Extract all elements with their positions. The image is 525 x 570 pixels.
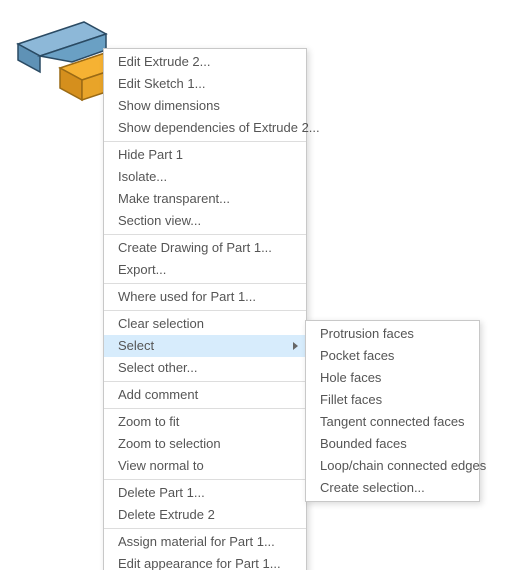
menu-item-edit-extrude[interactable]: Edit Extrude 2... — [104, 51, 306, 73]
submenu-item-tangent-connected-faces[interactable]: Tangent connected faces — [306, 411, 479, 433]
menu-separator — [104, 283, 306, 284]
submenu-item-fillet-faces[interactable]: Fillet faces — [306, 389, 479, 411]
menu-separator — [104, 381, 306, 382]
menu-separator — [104, 479, 306, 480]
submenu-item-protrusion-faces[interactable]: Protrusion faces — [306, 323, 479, 345]
menu-item-select[interactable]: Select — [104, 335, 306, 357]
menu-item-zoom-to-selection[interactable]: Zoom to selection — [104, 433, 306, 455]
menu-item-zoom-to-fit[interactable]: Zoom to fit — [104, 411, 306, 433]
menu-separator — [104, 528, 306, 529]
menu-separator — [104, 310, 306, 311]
menu-item-select-other[interactable]: Select other... — [104, 357, 306, 379]
menu-item-delete-part[interactable]: Delete Part 1... — [104, 482, 306, 504]
submenu-arrow-icon — [293, 342, 298, 350]
menu-item-clear-selection[interactable]: Clear selection — [104, 313, 306, 335]
menu-item-edit-sketch[interactable]: Edit Sketch 1... — [104, 73, 306, 95]
menu-item-make-transparent[interactable]: Make transparent... — [104, 188, 306, 210]
menu-item-hide-part[interactable]: Hide Part 1 — [104, 144, 306, 166]
menu-item-assign-material[interactable]: Assign material for Part 1... — [104, 531, 306, 553]
submenu-item-pocket-faces[interactable]: Pocket faces — [306, 345, 479, 367]
menu-item-section-view[interactable]: Section view... — [104, 210, 306, 232]
viewport: Edit Extrude 2... Edit Sketch 1... Show … — [0, 0, 525, 570]
submenu-item-bounded-faces[interactable]: Bounded faces — [306, 433, 479, 455]
menu-separator — [104, 234, 306, 235]
menu-item-create-drawing[interactable]: Create Drawing of Part 1... — [104, 237, 306, 259]
menu-item-delete-extrude[interactable]: Delete Extrude 2 — [104, 504, 306, 526]
menu-item-show-dimensions[interactable]: Show dimensions — [104, 95, 306, 117]
submenu-item-hole-faces[interactable]: Hole faces — [306, 367, 479, 389]
menu-item-export[interactable]: Export... — [104, 259, 306, 281]
menu-separator — [104, 141, 306, 142]
menu-item-edit-appearance[interactable]: Edit appearance for Part 1... — [104, 553, 306, 570]
submenu-item-create-selection[interactable]: Create selection... — [306, 477, 479, 499]
menu-item-show-dependencies[interactable]: Show dependencies of Extrude 2... — [104, 117, 306, 139]
menu-item-add-comment[interactable]: Add comment — [104, 384, 306, 406]
menu-separator — [104, 408, 306, 409]
menu-item-label: Select — [118, 338, 154, 353]
menu-item-isolate[interactable]: Isolate... — [104, 166, 306, 188]
select-submenu: Protrusion faces Pocket faces Hole faces… — [305, 320, 480, 502]
context-menu: Edit Extrude 2... Edit Sketch 1... Show … — [103, 48, 307, 570]
menu-item-where-used[interactable]: Where used for Part 1... — [104, 286, 306, 308]
submenu-item-loop-chain-edges[interactable]: Loop/chain connected edges — [306, 455, 479, 477]
menu-item-view-normal-to[interactable]: View normal to — [104, 455, 306, 477]
